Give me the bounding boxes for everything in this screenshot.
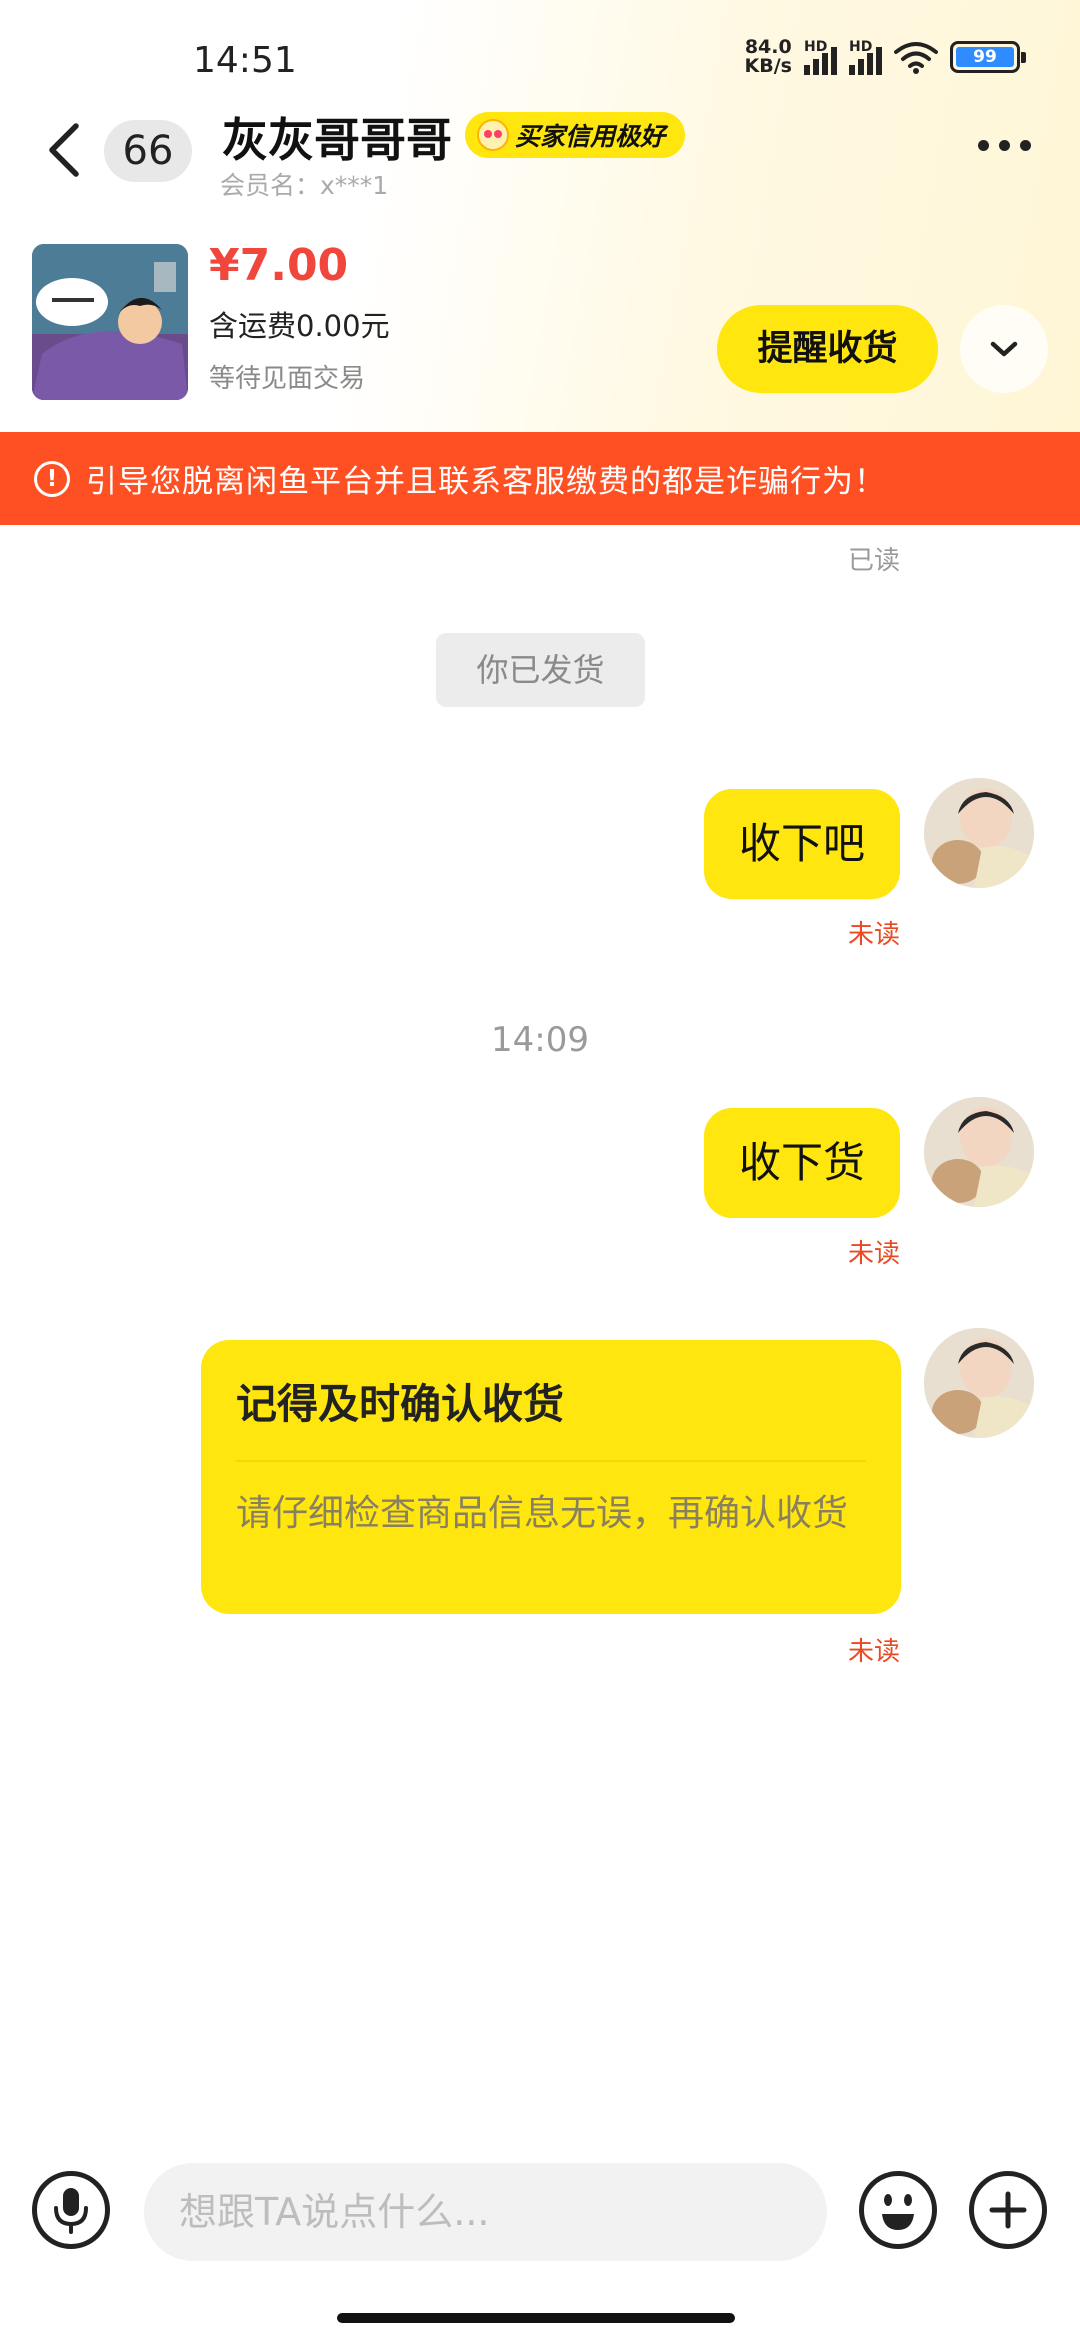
- chat-timestamp: 14:09: [491, 1020, 589, 1060]
- member-name: 会员名：x***1: [220, 171, 389, 200]
- home-indicator[interactable]: [337, 2313, 735, 2323]
- order-status: 等待见面交易: [209, 364, 366, 394]
- smiley-icon: [477, 119, 509, 151]
- unread-status: 未读: [847, 1239, 900, 1269]
- credit-badge-label: 买家信用极好: [515, 122, 666, 151]
- expand-button[interactable]: [960, 305, 1048, 393]
- product-image[interactable]: [32, 244, 188, 400]
- smiley-icon: [882, 2194, 914, 2230]
- shipping-fee: 含运费0.00元: [209, 309, 390, 343]
- battery-icon: 99: [950, 41, 1026, 73]
- contact-name[interactable]: 灰灰哥哥哥: [222, 104, 452, 170]
- unread-count-badge[interactable]: 66: [104, 120, 192, 182]
- signal-icon: HD: [804, 39, 837, 75]
- confirm-receipt-card[interactable]: 记得及时确认收货 请仔细检查商品信息无误，再确认收货: [201, 1340, 901, 1614]
- unread-status: 未读: [847, 1637, 900, 1667]
- warning-text: 引导您脱离闲鱼平台并且联系客服缴费的都是诈骗行为！: [86, 464, 886, 500]
- wifi-icon: [894, 42, 938, 74]
- avatar[interactable]: [924, 778, 1034, 888]
- more-options-icon[interactable]: [978, 140, 1031, 151]
- plus-icon: [989, 2191, 1027, 2229]
- card-title: 记得及时确认收货: [236, 1380, 564, 1428]
- microphone-icon: [54, 2188, 88, 2234]
- avatar[interactable]: [924, 1328, 1034, 1438]
- fraud-warning-banner: ! 引导您脱离闲鱼平台并且联系客服缴费的都是诈骗行为！: [0, 432, 1080, 525]
- message-input[interactable]: [144, 2163, 827, 2261]
- emoji-button[interactable]: [859, 2171, 937, 2249]
- chevron-down-icon: [990, 341, 1018, 357]
- credit-badge[interactable]: 买家信用极好: [465, 112, 686, 158]
- voice-button[interactable]: [32, 2171, 110, 2249]
- system-message: 你已发货: [436, 633, 645, 707]
- status-icons: 84.0 KB/s HD HD 99: [744, 36, 1026, 77]
- avatar[interactable]: [924, 1097, 1034, 1207]
- remind-receipt-button[interactable]: 提醒收货: [717, 305, 938, 393]
- plus-button[interactable]: [969, 2171, 1047, 2249]
- product-price: ¥7.00: [209, 240, 349, 291]
- message-bubble[interactable]: 收下吧: [703, 789, 900, 899]
- unread-status: 未读: [847, 920, 900, 950]
- signal-icon-2: HD: [849, 39, 882, 75]
- alert-icon: !: [34, 460, 70, 497]
- message-bubble[interactable]: 收下货: [703, 1108, 900, 1218]
- back-arrow-icon[interactable]: [40, 118, 90, 182]
- status-time: 14:51: [193, 40, 297, 81]
- card-description: 请仔细检查商品信息无误，再确认收货: [236, 1493, 849, 1534]
- read-status: 已读: [847, 546, 900, 576]
- card-divider: [236, 1460, 866, 1462]
- net-speed: 84.0 KB/s: [744, 36, 792, 77]
